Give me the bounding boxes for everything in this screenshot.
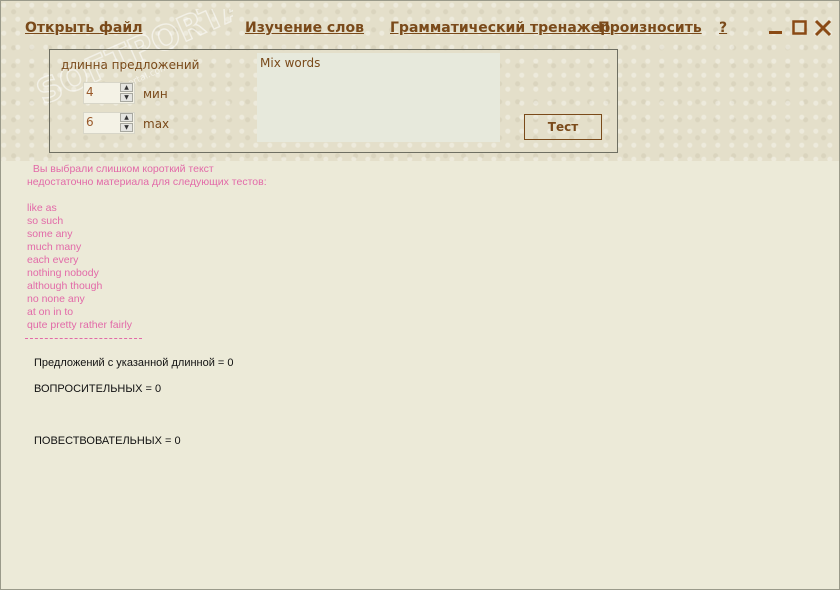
- warning-message: Вы выбрали слишком короткий текст недоста…: [27, 163, 267, 332]
- warning-line: some any: [27, 228, 73, 240]
- interrogative-count: ВОПРОСИТЕЛЬНЫХ = 0: [34, 383, 162, 395]
- min-spinner-arrows: ▲ ▼: [120, 83, 134, 103]
- warning-line: Вы выбрали слишком короткий текст: [27, 163, 214, 175]
- menu-pronounce[interactable]: Произносить: [598, 20, 702, 36]
- max-up-arrow-icon[interactable]: ▲: [120, 113, 133, 122]
- warning-line: no none any: [27, 293, 85, 305]
- close-icon: [814, 19, 832, 37]
- min-length-value[interactable]: 4: [86, 85, 94, 99]
- max-length-spinner[interactable]: 6 ▲ ▼: [83, 112, 135, 134]
- declarative-count: ПОВЕСТВОВАТЕЛЬНЫХ = 0: [34, 435, 181, 447]
- sentence-length-label: длинна предложений: [61, 58, 200, 72]
- min-label: мин: [143, 87, 168, 101]
- app-window: SOFTPORTAL ™ www.softportal.com Открыть …: [0, 0, 840, 590]
- warning-line: so such: [27, 215, 64, 227]
- menu-grammar-trainer[interactable]: Грамматический тренажер: [390, 20, 610, 36]
- warning-line: недостаточно материала для следующих тес…: [27, 176, 267, 188]
- max-length-value[interactable]: 6: [86, 115, 94, 129]
- minimize-icon: [769, 31, 782, 34]
- warning-separator: [25, 338, 142, 339]
- min-up-arrow-icon[interactable]: ▲: [120, 83, 133, 92]
- maximize-button[interactable]: [791, 19, 809, 37]
- max-spinner-arrows: ▲ ▼: [120, 113, 134, 133]
- menu-open-file[interactable]: Открыть файл: [25, 20, 142, 36]
- maximize-icon: [792, 20, 807, 35]
- mode-text-box[interactable]: Mix words: [257, 53, 500, 142]
- warning-line: much many: [27, 241, 82, 253]
- sentences-count: Предложений с указанной длинной = 0: [34, 357, 234, 369]
- menu-help[interactable]: ?: [719, 20, 727, 36]
- warning-line: at on in to: [27, 306, 74, 318]
- warning-line: qute pretty rather fairly: [27, 319, 133, 331]
- close-button[interactable]: [814, 19, 832, 37]
- test-button[interactable]: Тест: [524, 114, 602, 140]
- min-length-spinner[interactable]: 4 ▲ ▼: [83, 82, 135, 104]
- warning-line: although though: [27, 280, 103, 292]
- warning-line: nothing nobody: [27, 267, 99, 279]
- warning-line: each every: [27, 254, 79, 266]
- warning-line: like as: [27, 202, 57, 214]
- max-down-arrow-icon[interactable]: ▼: [120, 123, 133, 132]
- min-down-arrow-icon[interactable]: ▼: [120, 93, 133, 102]
- warning-line: [27, 189, 267, 202]
- menu-study-words[interactable]: Изучение слов: [245, 20, 364, 36]
- minimize-button[interactable]: [767, 19, 785, 37]
- max-label: max: [143, 117, 170, 131]
